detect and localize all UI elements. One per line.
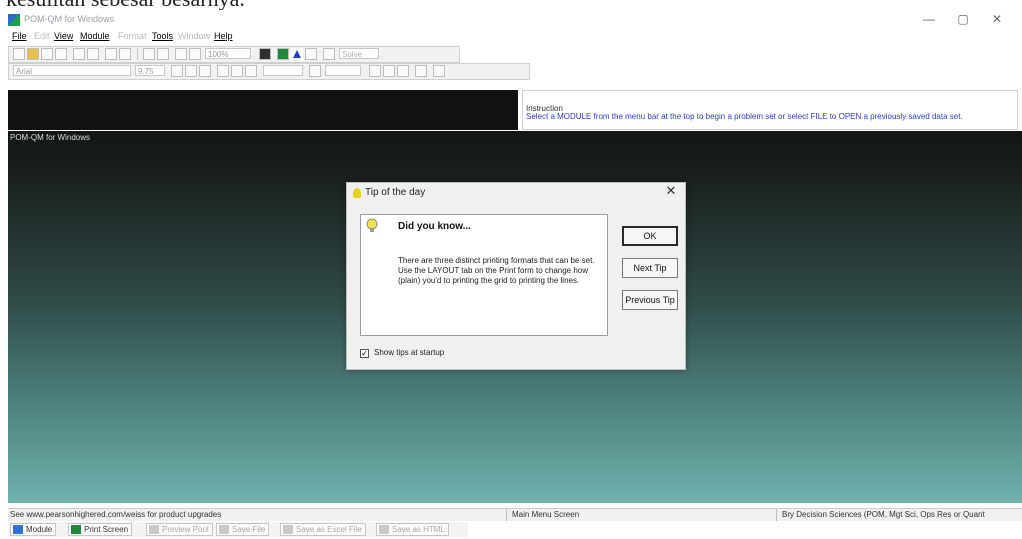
menu-file[interactable]: File <box>12 29 27 43</box>
new-icon[interactable] <box>13 48 25 60</box>
table-icon[interactable] <box>175 48 187 60</box>
status-bar: See www.pearsonhighered.com/weiss for pr… <box>8 508 1022 521</box>
dialog-close-button[interactable]: ✕ <box>663 183 679 199</box>
open-folder-icon[interactable] <box>27 48 39 60</box>
status-left: See www.pearsonhighered.com/weiss for pr… <box>10 510 222 519</box>
width-select[interactable] <box>325 65 361 76</box>
fill-color-icon[interactable] <box>383 65 395 77</box>
maximize-button[interactable]: ▢ <box>950 10 976 28</box>
underline-icon[interactable] <box>199 65 211 77</box>
module-button[interactable]: Module <box>10 523 57 536</box>
print-screen-icon <box>71 525 81 534</box>
solve-button[interactable]: Solve <box>339 48 379 59</box>
html-icon <box>379 525 389 534</box>
bold-icon[interactable] <box>171 65 183 77</box>
save-excel-button[interactable]: Save as Excel File <box>280 523 366 536</box>
menu-format[interactable]: Format <box>118 29 147 43</box>
menu-bar: File Edit View Module Format Tools Windo… <box>8 29 1018 43</box>
copy-icon[interactable] <box>87 48 99 60</box>
font-select[interactable]: Arial <box>13 65 131 76</box>
chart-icon[interactable] <box>157 48 169 60</box>
lightbulb-icon <box>353 188 361 198</box>
borders-icon[interactable] <box>369 65 381 77</box>
format-toolbar: Arial 9.75 <box>8 63 530 80</box>
standard-toolbar: 100% Solve <box>8 46 460 63</box>
menu-help[interactable]: Help <box>214 29 233 43</box>
workspace-caption: POM-QM for Windows <box>10 133 91 142</box>
align-left-icon[interactable] <box>217 65 229 77</box>
align-right-icon[interactable] <box>245 65 257 77</box>
clock-icon[interactable] <box>323 48 335 60</box>
grid-lines-icon[interactable] <box>433 65 445 77</box>
undo-icon[interactable] <box>143 48 155 60</box>
toolbar-separator <box>137 48 138 60</box>
app-logo-icon <box>8 14 20 26</box>
align-center-icon[interactable] <box>231 65 243 77</box>
module-icon <box>13 525 23 534</box>
menu-edit[interactable]: Edit <box>34 29 50 43</box>
module-bar: Module Print Screen Preview Pool Save Fi… <box>8 522 468 537</box>
bulb-icon <box>366 218 378 234</box>
excel-icon <box>283 525 293 534</box>
instruction-text: Select a MODULE from the menu bar at the… <box>526 112 963 121</box>
data-area <box>8 90 518 130</box>
save-file-icon <box>219 525 229 534</box>
number-format-select[interactable] <box>263 65 303 76</box>
paste-icon[interactable] <box>105 48 117 60</box>
menu-window[interactable]: Window <box>178 29 210 43</box>
save-file-label: Save File <box>232 525 266 534</box>
zoom-select[interactable]: 100% <box>205 48 251 59</box>
print-screen-label: Print Screen <box>84 525 129 534</box>
save-html-button[interactable]: Save as HTML <box>376 523 449 536</box>
module-button-label: Module <box>26 525 53 534</box>
grid-icon[interactable] <box>119 48 131 60</box>
columns-icon[interactable] <box>189 48 201 60</box>
dialog-title: Tip of the day <box>365 187 426 198</box>
minimize-button[interactable]: — <box>916 10 942 28</box>
calculator-icon[interactable] <box>259 48 271 60</box>
fill-bucket-icon[interactable] <box>397 65 409 77</box>
menu-tools[interactable]: Tools <box>152 29 173 43</box>
status-middle: Main Menu Screen <box>512 510 580 519</box>
tip-text: There are three distinct printing format… <box>398 256 595 285</box>
show-tips-checkbox[interactable]: ✓ <box>360 349 369 358</box>
save-html-label: Save as HTML <box>392 525 445 534</box>
preview-pool-label: Preview Pool <box>162 525 209 534</box>
preview-pool-button[interactable]: Preview Pool <box>146 523 213 536</box>
italic-icon[interactable] <box>185 65 197 77</box>
status-right: Bry Decision Sciences (POM, Mgt Sci, Ops… <box>782 510 985 519</box>
title-bar <box>0 10 1022 30</box>
ok-button[interactable]: OK <box>622 226 678 246</box>
close-button[interactable]: ✕ <box>984 10 1010 28</box>
spreadsheet-icon[interactable] <box>277 48 289 60</box>
status-divider <box>776 509 777 521</box>
status-divider <box>506 509 507 521</box>
menu-view[interactable]: View <box>54 29 73 43</box>
show-tips-label: Show tips at startup <box>374 348 445 357</box>
preview-icon <box>149 525 159 534</box>
font-color-icon[interactable] <box>415 65 427 77</box>
bar-graph-icon[interactable] <box>305 48 317 60</box>
triangle-icon[interactable] <box>291 48 303 60</box>
next-tip-button[interactable]: Next Tip <box>622 258 678 278</box>
font-size-select[interactable]: 9.75 <box>135 65 165 76</box>
cut-icon[interactable] <box>73 48 85 60</box>
instruction-box <box>522 90 1018 130</box>
print-screen-button[interactable]: Print Screen <box>68 523 133 536</box>
save-excel-label: Save as Excel File <box>296 525 362 534</box>
window-title: POM-QM for Windows <box>24 14 115 24</box>
previous-tip-button[interactable]: Previous Tip <box>622 290 678 310</box>
save-icon[interactable] <box>41 48 53 60</box>
save-file-button[interactable]: Save File <box>216 523 270 536</box>
menu-module[interactable]: Module <box>80 29 110 43</box>
decimal-icon[interactable] <box>309 65 321 77</box>
tip-heading: Did you know... <box>398 221 471 232</box>
print-icon[interactable] <box>55 48 67 60</box>
